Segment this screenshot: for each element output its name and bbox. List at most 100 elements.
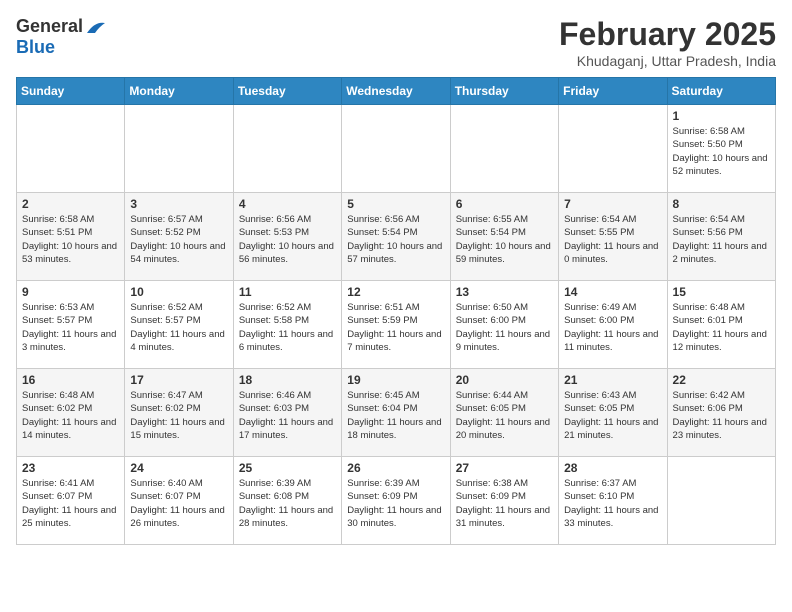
day-info: Sunrise: 6:43 AM Sunset: 6:05 PM Dayligh… [564,389,661,442]
day-number: 1 [673,109,770,123]
day-info: Sunrise: 6:45 AM Sunset: 6:04 PM Dayligh… [347,389,444,442]
calendar-cell: 19 Sunrise: 6:45 AM Sunset: 6:04 PM Dayli… [342,369,450,457]
day-info: Sunrise: 6:44 AM Sunset: 6:05 PM Dayligh… [456,389,553,442]
calendar-cell [450,105,558,193]
calendar-header-wednesday: Wednesday [342,78,450,105]
day-info: Sunrise: 6:40 AM Sunset: 6:07 PM Dayligh… [130,477,227,530]
day-info: Sunrise: 6:38 AM Sunset: 6:09 PM Dayligh… [456,477,553,530]
day-number: 24 [130,461,227,475]
day-number: 13 [456,285,553,299]
calendar-cell: 22Sunrise: 6:42 AM Sunset: 6:06 PM Dayli… [667,369,775,457]
day-info: Sunrise: 6:52 AM Sunset: 5:58 PM Dayligh… [239,301,336,354]
location-text: Khudaganj, Uttar Pradesh, India [559,53,776,69]
day-info: Sunrise: 6:58 AM Sunset: 5:51 PM Dayligh… [22,213,119,266]
calendar-cell: 18Sunrise: 6:46 AM Sunset: 6:03 PM Dayli… [233,369,341,457]
day-number: 14 [564,285,661,299]
calendar-cell: 6 Sunrise: 6:55 AM Sunset: 5:54 PM Daylig… [450,193,558,281]
day-info: Sunrise: 6:39 AM Sunset: 6:09 PM Dayligh… [347,477,444,530]
day-number: 15 [673,285,770,299]
calendar-header-thursday: Thursday [450,78,558,105]
calendar-cell: 7 Sunrise: 6:54 AM Sunset: 5:55 PM Daylig… [559,193,667,281]
day-info: Sunrise: 6:56 AM Sunset: 5:53 PM Dayligh… [239,213,336,266]
logo: General Blue [16,16,105,58]
calendar-table: SundayMondayTuesdayWednesdayThursdayFrid… [16,77,776,545]
day-number: 20 [456,373,553,387]
calendar-cell: 26 Sunrise: 6:39 AM Sunset: 6:09 PM Dayli… [342,457,450,545]
calendar-cell: 13Sunrise: 6:50 AM Sunset: 6:00 PM Dayli… [450,281,558,369]
calendar-cell: 5 Sunrise: 6:56 AM Sunset: 5:54 PM Daylig… [342,193,450,281]
calendar-cell: 12 Sunrise: 6:51 AM Sunset: 5:59 PM Dayli… [342,281,450,369]
calendar-cell [667,457,775,545]
day-info: Sunrise: 6:48 AM Sunset: 6:01 PM Dayligh… [673,301,770,354]
day-number: 4 [239,197,336,211]
day-number: 12 [347,285,444,299]
day-info: Sunrise: 6:53 AM Sunset: 5:57 PM Dayligh… [22,301,119,354]
day-number: 9 [22,285,119,299]
logo-general-text: General [16,16,83,37]
calendar-header-friday: Friday [559,78,667,105]
logo-blue-text: Blue [16,37,55,58]
page-header: General Blue February 2025 Khudaganj, Ut… [16,16,776,69]
calendar-cell: 3Sunrise: 6:57 AM Sunset: 5:52 PM Daylig… [125,193,233,281]
calendar-cell [17,105,125,193]
day-number: 19 [347,373,444,387]
day-number: 8 [673,197,770,211]
day-number: 3 [130,197,227,211]
day-number: 21 [564,373,661,387]
month-title: February 2025 [559,16,776,53]
day-number: 7 [564,197,661,211]
calendar-cell: 24 Sunrise: 6:40 AM Sunset: 6:07 PM Dayli… [125,457,233,545]
calendar-cell: 10 Sunrise: 6:52 AM Sunset: 5:57 PM Dayli… [125,281,233,369]
day-number: 2 [22,197,119,211]
day-number: 22 [673,373,770,387]
day-number: 23 [22,461,119,475]
day-info: Sunrise: 6:41 AM Sunset: 6:07 PM Dayligh… [22,477,119,530]
calendar-cell: 9 Sunrise: 6:53 AM Sunset: 5:57 PM Daylig… [17,281,125,369]
day-info: Sunrise: 6:37 AM Sunset: 6:10 PM Dayligh… [564,477,661,530]
day-number: 6 [456,197,553,211]
day-info: Sunrise: 6:54 AM Sunset: 5:55 PM Dayligh… [564,213,661,266]
calendar-week-row: 23 Sunrise: 6:41 AM Sunset: 6:07 PM Dayli… [17,457,776,545]
day-info: Sunrise: 6:49 AM Sunset: 6:00 PM Dayligh… [564,301,661,354]
day-number: 10 [130,285,227,299]
calendar-cell: 25 Sunrise: 6:39 AM Sunset: 6:08 PM Dayli… [233,457,341,545]
day-number: 11 [239,285,336,299]
day-number: 27 [456,461,553,475]
day-info: Sunrise: 6:51 AM Sunset: 5:59 PM Dayligh… [347,301,444,354]
calendar-cell [125,105,233,193]
day-info: Sunrise: 6:52 AM Sunset: 5:57 PM Dayligh… [130,301,227,354]
title-section: February 2025 Khudaganj, Uttar Pradesh, … [559,16,776,69]
day-info: Sunrise: 6:58 AM Sunset: 5:50 PM Dayligh… [673,125,770,178]
logo-wing-icon [85,19,105,35]
day-info: Sunrise: 6:55 AM Sunset: 5:54 PM Dayligh… [456,213,553,266]
calendar-week-row: 2 Sunrise: 6:58 AM Sunset: 5:51 PM Daylig… [17,193,776,281]
calendar-cell: 2 Sunrise: 6:58 AM Sunset: 5:51 PM Daylig… [17,193,125,281]
calendar-week-row: 9 Sunrise: 6:53 AM Sunset: 5:57 PM Daylig… [17,281,776,369]
calendar-cell: 23 Sunrise: 6:41 AM Sunset: 6:07 PM Dayli… [17,457,125,545]
calendar-cell: 1 Sunrise: 6:58 AM Sunset: 5:50 PM Daylig… [667,105,775,193]
day-number: 5 [347,197,444,211]
day-info: Sunrise: 6:48 AM Sunset: 6:02 PM Dayligh… [22,389,119,442]
calendar-cell: 15 Sunrise: 6:48 AM Sunset: 6:01 PM Dayli… [667,281,775,369]
calendar-cell: 17Sunrise: 6:47 AM Sunset: 6:02 PM Dayli… [125,369,233,457]
day-info: Sunrise: 6:54 AM Sunset: 5:56 PM Dayligh… [673,213,770,266]
day-info: Sunrise: 6:56 AM Sunset: 5:54 PM Dayligh… [347,213,444,266]
calendar-cell: 21 Sunrise: 6:43 AM Sunset: 6:05 PM Dayli… [559,369,667,457]
day-info: Sunrise: 6:47 AM Sunset: 6:02 PM Dayligh… [130,389,227,442]
calendar-cell: 11 Sunrise: 6:52 AM Sunset: 5:58 PM Dayli… [233,281,341,369]
calendar-cell: 27 Sunrise: 6:38 AM Sunset: 6:09 PM Dayli… [450,457,558,545]
calendar-week-row: 1 Sunrise: 6:58 AM Sunset: 5:50 PM Daylig… [17,105,776,193]
calendar-week-row: 16Sunrise: 6:48 AM Sunset: 6:02 PM Dayli… [17,369,776,457]
calendar-cell: 16Sunrise: 6:48 AM Sunset: 6:02 PM Dayli… [17,369,125,457]
day-number: 18 [239,373,336,387]
day-number: 26 [347,461,444,475]
day-number: 25 [239,461,336,475]
day-info: Sunrise: 6:39 AM Sunset: 6:08 PM Dayligh… [239,477,336,530]
calendar-cell [342,105,450,193]
day-number: 28 [564,461,661,475]
calendar-cell: 28 Sunrise: 6:37 AM Sunset: 6:10 PM Dayli… [559,457,667,545]
calendar-cell: 4 Sunrise: 6:56 AM Sunset: 5:53 PM Daylig… [233,193,341,281]
calendar-cell: 20 Sunrise: 6:44 AM Sunset: 6:05 PM Dayli… [450,369,558,457]
calendar-header-saturday: Saturday [667,78,775,105]
calendar-header-tuesday: Tuesday [233,78,341,105]
